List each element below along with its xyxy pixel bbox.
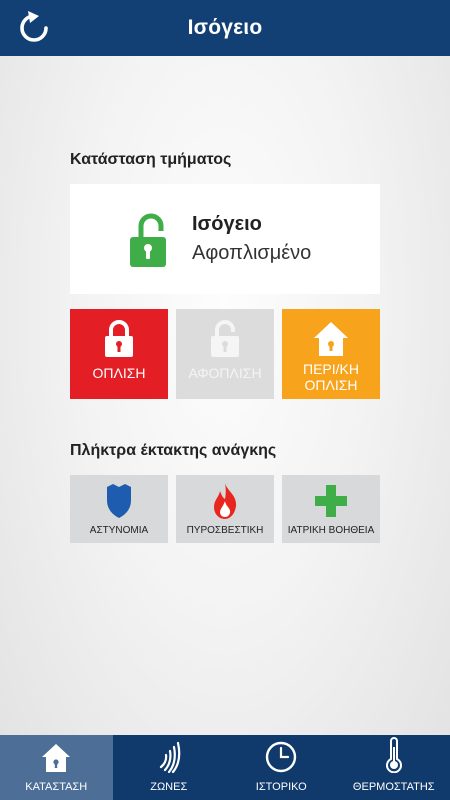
tab-status[interactable]: ΚΑΤΑΣΤΑΣΗ: [0, 735, 113, 800]
fire-label: ΠΥΡΟΣΒΕΣΤΙΚΗ: [186, 525, 264, 536]
arm-button[interactable]: ΟΠΛΙΣΗ: [70, 309, 168, 399]
stay-arm-label-line2: ΟΠΛΙΣΗ: [304, 377, 358, 393]
medical-panic-button[interactable]: ΙΑΤΡΙΚΗ ΒΟΗΘΕΙΑ: [282, 475, 380, 543]
refresh-icon: [20, 11, 48, 42]
disarm-button[interactable]: ΑΦΟΠΛΙΣΗ: [176, 309, 274, 399]
tab-zones-label: ΖΩΝΕΣ: [150, 781, 188, 793]
tab-thermostat-label: ΘΕΡΜΟΣΤΑΤΗΣ: [352, 781, 435, 793]
tab-zones[interactable]: ΖΩΝΕΣ: [113, 735, 226, 800]
house-lock-icon: [314, 322, 348, 356]
stay-arm-label-line1: ΠΕΡΙ/ΚΗ: [302, 361, 359, 377]
unlocked-padlock-icon: [130, 213, 166, 267]
arm-button-label: ΟΠΛΙΣΗ: [92, 365, 146, 381]
police-panic-button[interactable]: ΑΣΤΥΝΟΜΙΑ: [70, 475, 168, 543]
tab-history-label: ΙΣΤΟΡΙΚΟ: [255, 781, 307, 793]
medical-label: ΙΑΤΡΙΚΗ ΒΟΗΘΕΙΑ: [287, 525, 375, 536]
status-zone-name: Ισόγειο: [192, 213, 262, 235]
flame-icon: [214, 483, 237, 519]
tab-status-label: ΚΑΤΑΣΤΑΣΗ: [25, 781, 88, 793]
status-section-title: Κατάσταση τμήματος: [70, 151, 232, 168]
tab-history[interactable]: ΙΣΤΟΡΙΚΟ: [225, 735, 338, 800]
home-icon: [42, 744, 71, 772]
thermometer-icon: [385, 737, 402, 773]
page-title: Ισόγειο: [187, 16, 263, 39]
police-shield-icon: [107, 484, 131, 518]
bottom-nav: ΚΑΤΑΣΤΑΣΗ ΖΩΝΕΣ ΙΣΤΟΡΙΚΟ ΘΕΡΜΟΣΤΑΤΗΣ: [0, 735, 450, 800]
clock-icon: [266, 741, 297, 773]
tab-thermostat[interactable]: ΘΕΡΜΟΣΤΑΤΗΣ: [338, 735, 450, 800]
top-bar: Ισόγειο: [0, 0, 450, 56]
stay-arm-button[interactable]: ΠΕΡΙ/ΚΗ ΟΠΛΙΣΗ: [282, 309, 380, 399]
disarm-button-label: ΑΦΟΠΛΙΣΗ: [188, 365, 262, 381]
unlocked-padlock-icon: [211, 320, 239, 357]
signal-waves-icon: [159, 741, 181, 773]
status-card: Ισόγειο Αφοπλισμένο: [70, 184, 380, 294]
police-label: ΑΣΤΥΝΟΜΙΑ: [89, 525, 149, 536]
fire-panic-button[interactable]: ΠΥΡΟΣΒΕΣΤΙΚΗ: [176, 475, 274, 543]
medical-cross-icon: [315, 485, 347, 517]
emergency-section-title: Πλήκτρα έκτακτης ανάγκης: [70, 442, 277, 459]
refresh-button[interactable]: [12, 6, 56, 50]
locked-padlock-icon: [105, 320, 133, 357]
status-state: Αφοπλισμένο: [192, 242, 312, 264]
